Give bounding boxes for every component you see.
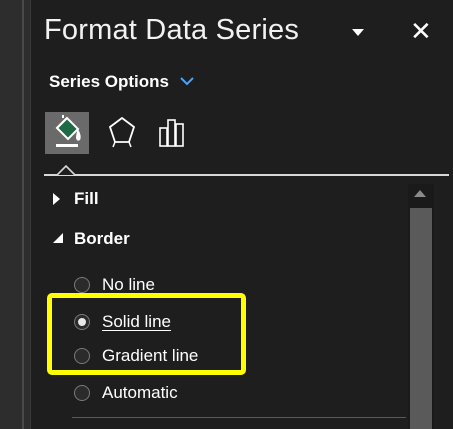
scroll-up-icon[interactable]	[414, 190, 426, 197]
highlight-box	[47, 293, 246, 375]
effects-pentagon-icon	[108, 116, 136, 148]
section-fill[interactable]: Fill	[74, 189, 99, 209]
radio-button[interactable]	[74, 277, 90, 293]
close-button[interactable]: ✕	[410, 16, 432, 46]
radio-button[interactable]	[74, 385, 90, 401]
series-options-bars-icon	[159, 119, 184, 147]
pane-divider	[30, 0, 31, 429]
section-border[interactable]: Border	[74, 229, 130, 249]
series-options-dropdown[interactable]: Series Options	[49, 72, 169, 92]
task-pane-options-icon[interactable]	[352, 29, 364, 36]
tab-effects[interactable]	[102, 112, 146, 154]
fill-line-icon	[55, 115, 81, 147]
radio-label: Automatic	[102, 383, 178, 402]
collapse-border-icon[interactable]	[52, 232, 64, 244]
selected-tab-indicator	[57, 164, 76, 176]
pane-title: Format Data Series	[44, 14, 300, 46]
expand-fill-icon[interactable]	[53, 193, 60, 205]
tab-series-options[interactable]	[153, 112, 197, 154]
tab-fill-line[interactable]	[45, 112, 89, 154]
left-gutter	[0, 0, 30, 429]
scrollbar-thumb[interactable]	[410, 208, 432, 429]
chevron-down-icon[interactable]	[180, 76, 194, 86]
tab-underline	[44, 174, 449, 176]
divider	[72, 417, 406, 418]
radio-label: No line	[102, 275, 155, 294]
